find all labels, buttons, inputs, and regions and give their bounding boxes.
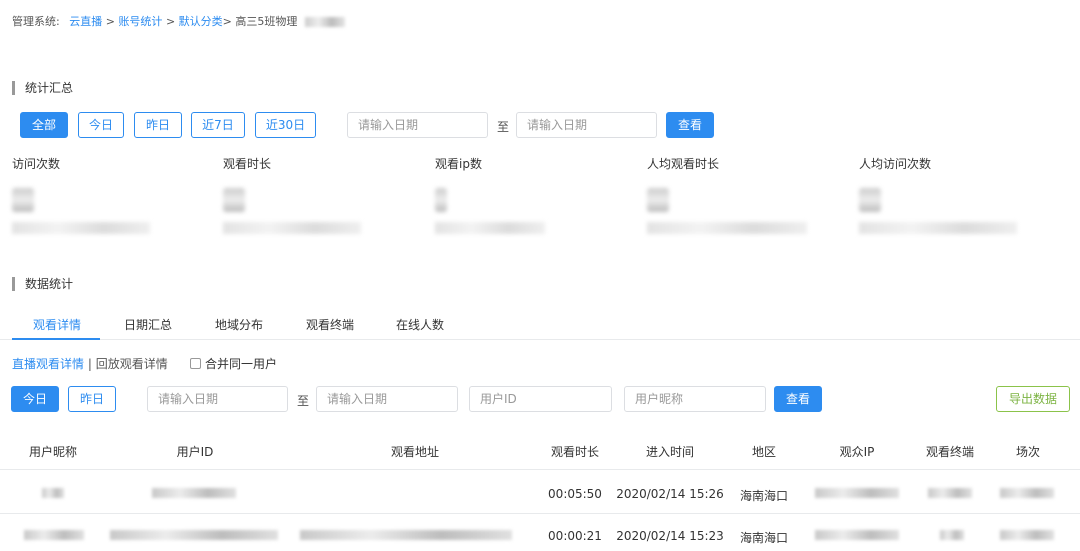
summary-to-label: 至 (497, 120, 510, 134)
col-nickname: 用户昵称 (28, 445, 77, 459)
breadcrumb-separator: > (165, 15, 176, 28)
blurred-session (1000, 530, 1054, 540)
blurred-terminal (928, 488, 972, 498)
user-nickname-input[interactable]: 用户昵称 (624, 386, 766, 412)
stat-label: 人均访问次数 (859, 157, 932, 171)
stat-ip-count: 观看ip数 (435, 155, 635, 234)
blurred-nickname (42, 488, 64, 498)
merge-user-label: 合并同一用户 (205, 357, 278, 371)
detail-subnav: 直播观看详情 | 回放观看详情 (12, 355, 168, 372)
col-viewer-ip: 观众IP (839, 445, 875, 459)
stat-sub-blurred (12, 222, 150, 234)
data-today-button[interactable]: 今日 (11, 386, 59, 412)
breadcrumb-prefix: 管理系统: (12, 15, 60, 28)
col-region: 地区 (751, 445, 776, 459)
stat-watch-duration: 观看时长 (223, 155, 423, 234)
stat-sub-blurred (435, 222, 545, 234)
filter-7days-button[interactable]: 近7日 (191, 112, 245, 138)
cell-duration: 00:05:50 (548, 487, 602, 501)
breadcrumb-current: 高三5班物理 (235, 15, 298, 28)
data-view-button[interactable]: 查看 (774, 386, 822, 412)
stat-visits: 访问次数 (12, 155, 212, 234)
breadcrumb-separator: > (105, 15, 115, 28)
cell-enter-time: 2020/02/14 15:26 (616, 487, 724, 501)
breadcrumb-link-account-stats[interactable]: 账号统计 (118, 15, 162, 28)
filter-yesterday-button[interactable]: 昨日 (134, 112, 182, 138)
stat-value-blurred (647, 188, 669, 212)
tab-date-summary[interactable]: 日期汇总 (124, 316, 172, 333)
breadcrumb-link-live[interactable]: 云直播 (69, 15, 102, 28)
col-enter-time: 进入时间 (645, 445, 694, 459)
breadcrumb-separator: > (222, 15, 232, 28)
filter-all-button[interactable]: 全部 (20, 112, 68, 138)
filter-30days-button[interactable]: 近30日 (255, 112, 316, 138)
tab-region[interactable]: 地域分布 (215, 316, 263, 333)
blurred-session (1000, 488, 1054, 498)
data-to-label: 至 (297, 394, 310, 408)
col-session: 场次 (1015, 445, 1040, 459)
data-section-title: 数据统计 (12, 277, 73, 291)
breadcrumb-link-default-category[interactable]: 默认分类 (179, 15, 223, 28)
live-details-link[interactable]: 直播观看详情 (12, 357, 84, 371)
stat-label: 观看ip数 (435, 157, 482, 171)
stat-value-blurred (223, 188, 245, 212)
cell-region: 海南海口 (739, 531, 788, 545)
table-header: 用户昵称 用户ID 观看地址 观看时长 进入时间 地区 观众IP 观看终端 场次 (0, 430, 1080, 470)
tab-online-users[interactable]: 在线人数 (396, 316, 444, 333)
stat-sub-blurred (647, 222, 807, 234)
stat-sub-blurred (223, 222, 361, 234)
summary-section-title: 统计汇总 (12, 81, 73, 95)
user-id-input[interactable]: 用户ID (469, 386, 612, 412)
table-row[interactable]: 00:05:50 2020/02/14 15:26 海南海口 (0, 472, 1080, 514)
data-yesterday-button[interactable]: 昨日 (68, 386, 116, 412)
stat-avg-visits: 人均访问次数 (859, 155, 1059, 234)
blurred-ip (815, 488, 899, 498)
stat-sub-blurred (859, 222, 1017, 234)
stat-label: 访问次数 (12, 157, 61, 171)
col-terminal: 观看终端 (925, 445, 974, 459)
col-duration: 观看时长 (550, 445, 599, 459)
tab-terminal[interactable]: 观看终端 (306, 316, 354, 333)
blurred-watch-url (300, 530, 512, 540)
cell-duration: 00:00:21 (548, 529, 602, 543)
stat-value-blurred (435, 188, 447, 212)
table-row[interactable]: 00:00:21 2020/02/14 15:23 海南海口 (0, 514, 1080, 551)
stat-avg-watch-duration: 人均观看时长 (647, 155, 847, 234)
stat-value-blurred (859, 188, 881, 212)
tab-active-indicator (12, 338, 100, 340)
tab-watch-details[interactable]: 观看详情 (33, 316, 81, 333)
filter-today-button[interactable]: 今日 (78, 112, 124, 138)
replay-details-link[interactable]: 回放观看详情 (96, 357, 168, 371)
export-data-button[interactable]: 导出数据 (996, 386, 1070, 412)
blurred-user-id (110, 530, 278, 540)
col-user-id: 用户ID (176, 445, 214, 459)
blurred-terminal (940, 530, 964, 540)
checkbox-box[interactable] (190, 358, 201, 369)
summary-view-button[interactable]: 查看 (666, 112, 714, 138)
breadcrumb: 管理系统: 云直播 > 账号统计 > 默认分类> 高三5班物理 (12, 13, 345, 29)
cell-enter-time: 2020/02/14 15:23 (616, 529, 724, 543)
data-end-date-input[interactable]: 请输入日期 (316, 386, 458, 412)
blurred-name (304, 17, 345, 27)
merge-user-checkbox[interactable]: 合并同一用户 (190, 355, 277, 372)
data-start-date-input[interactable]: 请输入日期 (147, 386, 288, 412)
cell-region: 海南海口 (739, 489, 788, 503)
subnav-separator: | (87, 357, 92, 371)
summary-start-date-input[interactable]: 请输入日期 (347, 112, 488, 138)
col-watch-url: 观看地址 (390, 445, 439, 459)
stat-value-blurred (12, 188, 34, 212)
stat-label: 观看时长 (223, 157, 272, 171)
blurred-user-id (152, 488, 236, 498)
blurred-nickname (24, 530, 84, 540)
stat-label: 人均观看时长 (647, 157, 720, 171)
data-tabs: 观看详情 日期汇总 地域分布 观看终端 在线人数 (0, 312, 1080, 340)
blurred-ip (815, 530, 899, 540)
summary-end-date-input[interactable]: 请输入日期 (516, 112, 657, 138)
